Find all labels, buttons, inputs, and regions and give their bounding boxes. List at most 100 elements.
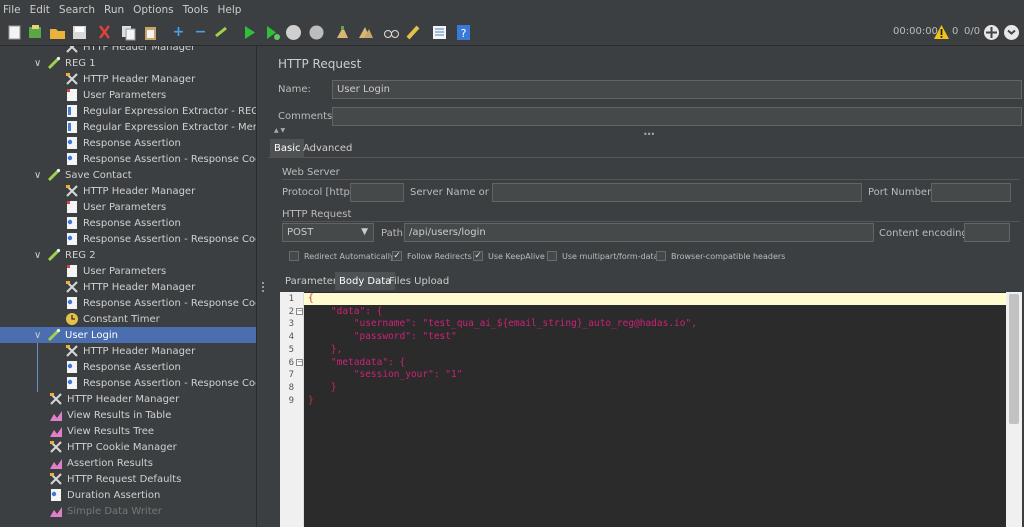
tree-item[interactable]: HTTP Header Manager: [0, 183, 256, 199]
body-data-editor[interactable]: 1 2−3 4 5 6−7 8 9{ "data": { "username": "test…: [280, 292, 1022, 527]
templates-icon[interactable]: [27, 24, 44, 41]
function-helper-icon[interactable]: [431, 24, 448, 41]
reset-search-icon[interactable]: [405, 24, 422, 41]
search-icon[interactable]: [383, 24, 400, 41]
tree-item[interactable]: Response Assertion: [0, 359, 256, 375]
menu-edit[interactable]: Edit: [30, 4, 50, 16]
controller-icon: [47, 328, 61, 342]
menu-help[interactable]: Help: [218, 4, 242, 16]
remote-icon[interactable]: [983, 24, 1000, 41]
test-plan-tree[interactable]: HTTP Header Manager ∨ REG 1 HTTP Header Man…: [0, 46, 256, 527]
help-icon[interactable]: ?: [455, 24, 472, 41]
menu-run[interactable]: Run: [104, 4, 124, 16]
tree-item[interactable]: User Parameters: [0, 263, 256, 279]
tree-item[interactable]: HTTP Header Manager: [0, 391, 256, 407]
tree-item-label: HTTP Request Defaults: [67, 473, 182, 485]
tree-item[interactable]: User Parameters: [0, 199, 256, 215]
collapse-icon[interactable]: −: [192, 24, 209, 41]
tree-item[interactable]: Response Assertion - Response Code: [0, 151, 256, 167]
chevron-down-icon[interactable]: ∨: [34, 170, 41, 181]
tree-item[interactable]: Duration Assertion: [0, 487, 256, 503]
fold-toggle-icon[interactable]: −: [296, 358, 303, 366]
save-icon[interactable]: [71, 24, 88, 41]
new-icon[interactable]: [6, 24, 23, 41]
open-icon[interactable]: [49, 24, 66, 41]
checkbox-box[interactable]: ✓: [392, 251, 402, 261]
menu-options[interactable]: Options: [133, 4, 174, 16]
tree-item[interactable]: Response Assertion: [0, 135, 256, 151]
tree-item[interactable]: HTTP Request Defaults: [0, 471, 256, 487]
copy-icon[interactable]: [120, 24, 137, 41]
menu-file[interactable]: File: [3, 4, 21, 16]
splitter-grip[interactable]: [262, 282, 265, 294]
code-line: "metadata": {: [308, 356, 406, 368]
tree-item[interactable]: HTTP Header Manager: [0, 279, 256, 295]
start-icon[interactable]: [241, 24, 258, 41]
paste-icon[interactable]: [142, 24, 159, 41]
tree-item[interactable]: Response Assertion - Response Code: [0, 231, 256, 247]
tree-item-label: User Login: [65, 329, 118, 341]
menu-search[interactable]: Search: [59, 4, 95, 16]
tree-item[interactable]: Simple Data Writer: [0, 503, 256, 519]
path-field[interactable]: /api/users/login: [404, 223, 874, 242]
log-viewer-icon[interactable]: [1003, 24, 1020, 41]
checkbox-box[interactable]: ✓: [473, 251, 483, 261]
browser-compatible-headers-checkbox[interactable]: Browser-compatible headers: [656, 251, 785, 261]
tree-item[interactable]: ∨ Save Contact: [0, 167, 256, 183]
warning-icon[interactable]: [933, 24, 950, 41]
tree-item[interactable]: Regular Expression Extractor - Member I: [0, 119, 256, 135]
use-keepalive-checkbox[interactable]: ✓ Use KeepAlive: [473, 251, 545, 261]
fold-toggle-icon[interactable]: −: [296, 307, 303, 315]
splitter-arrows-icon[interactable]: ▲ ▼: [274, 127, 285, 134]
clear-icon[interactable]: [334, 24, 351, 41]
chevron-down-icon[interactable]: ∨: [34, 250, 41, 261]
expand-icon[interactable]: +: [170, 24, 187, 41]
name-field[interactable]: User Login: [332, 80, 1022, 99]
tree-item[interactable]: View Results Tree: [0, 423, 256, 439]
follow-redirects-checkbox[interactable]: ✓ Follow Redirects: [392, 251, 472, 261]
tree-item[interactable]: User Parameters: [0, 87, 256, 103]
tree-item[interactable]: HTTP Cookie Manager: [0, 439, 256, 455]
tree-item[interactable]: Response Assertion: [0, 215, 256, 231]
content-encoding-field[interactable]: [964, 223, 1010, 242]
stop-icon[interactable]: [285, 24, 302, 41]
menu-tools[interactable]: Tools: [183, 4, 209, 16]
tree-item[interactable]: HTTP Header Manager: [0, 343, 256, 359]
method-select[interactable]: POST ▼: [282, 223, 374, 242]
tab-advanced[interactable]: Advanced: [299, 139, 356, 157]
tree-item[interactable]: View Results in Table: [0, 407, 256, 423]
horizontal-splitter[interactable]: ▲ ▼ •••: [268, 127, 1024, 139]
splitter-grip[interactable]: •••: [643, 130, 655, 139]
tree-item[interactable]: ∨ REG 2: [0, 247, 256, 263]
tree-item[interactable]: HTTP Header Manager: [0, 46, 256, 55]
tree-item[interactable]: Assertion Results: [0, 455, 256, 471]
tree-item[interactable]: ∨ REG 1: [0, 55, 256, 71]
tree-item[interactable]: HTTP Header Manager: [0, 71, 256, 87]
tree-item[interactable]: Constant Timer: [0, 311, 256, 327]
toggle-icon[interactable]: [213, 24, 230, 41]
editor-scrollbar[interactable]: [1006, 292, 1022, 527]
tree-item[interactable]: ∨ User Login: [0, 327, 256, 343]
clear-all-icon[interactable]: [357, 24, 374, 41]
shutdown-icon[interactable]: [308, 24, 325, 41]
start-no-pause-icon[interactable]: [264, 24, 281, 41]
scrollbar-thumb[interactable]: [1009, 294, 1019, 424]
cut-icon[interactable]: [96, 24, 113, 41]
protocol-field[interactable]: [350, 183, 404, 202]
tree-item-label: Save Contact: [65, 169, 132, 181]
checkbox-box[interactable]: [656, 251, 666, 261]
chevron-down-icon[interactable]: ∨: [34, 58, 41, 69]
redirect-automatically-checkbox[interactable]: Redirect Automatically: [289, 251, 395, 261]
checkbox-box[interactable]: [289, 251, 299, 261]
tree-item[interactable]: Response Assertion - Response Code: [0, 295, 256, 311]
port-field[interactable]: [931, 183, 1011, 202]
comments-field[interactable]: [332, 107, 1022, 126]
tree-item-label: View Results in Table: [67, 409, 172, 421]
tree-item[interactable]: Regular Expression Extractor - REG LOGG: [0, 103, 256, 119]
tab-files-upload[interactable]: Files Upload: [385, 272, 453, 290]
use-multipart-checkbox[interactable]: Use multipart/form-data: [547, 251, 659, 261]
tree-item[interactable]: Response Assertion - Response Code: [0, 375, 256, 391]
chevron-down-icon[interactable]: ∨: [34, 330, 41, 341]
checkbox-box[interactable]: [547, 251, 557, 261]
server-field[interactable]: [492, 183, 862, 202]
